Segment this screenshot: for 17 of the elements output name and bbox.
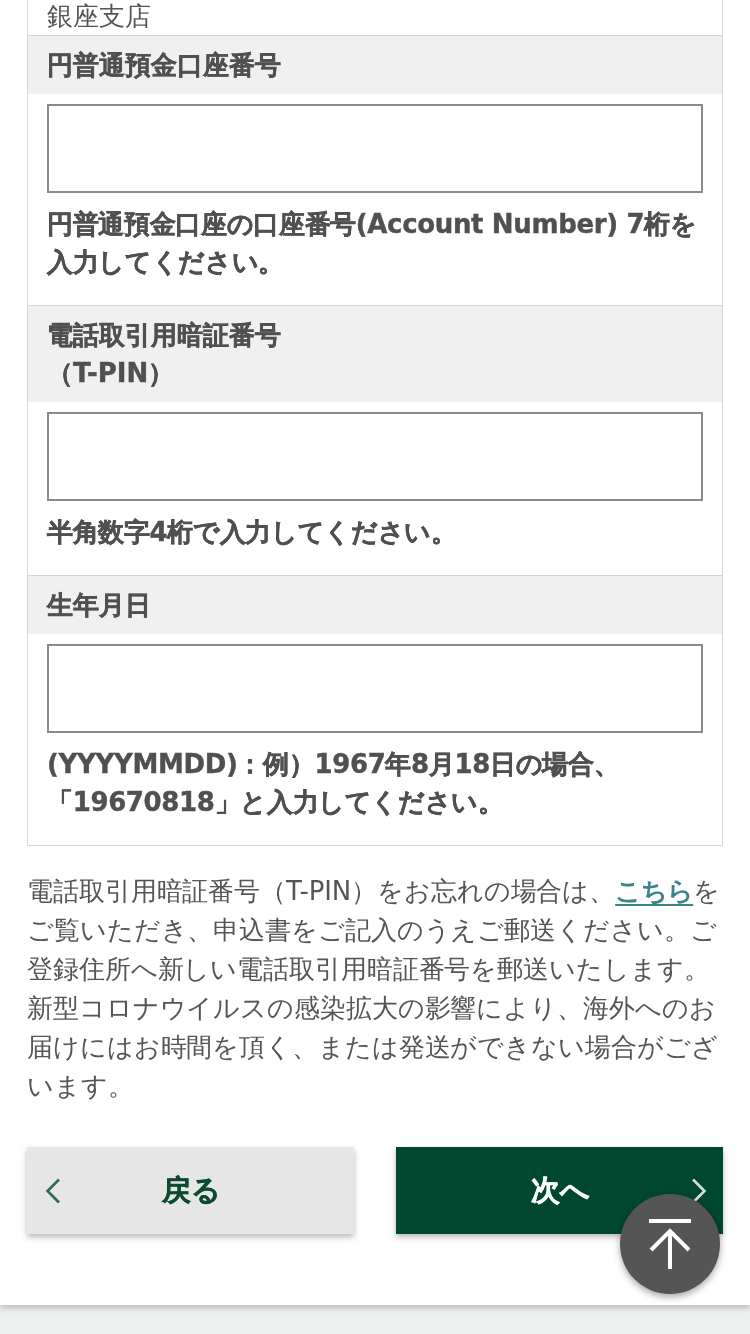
chevron-left-icon bbox=[45, 1177, 61, 1204]
field-label: （T-PIN） bbox=[47, 357, 175, 390]
back-button[interactable]: 戻る bbox=[27, 1147, 354, 1234]
help-text: (YYYYMMDD)：例）1967年8月18日の場合、「19670818」と入力してください。 bbox=[47, 748, 621, 819]
field-label: 生年月日 bbox=[47, 589, 151, 622]
branch-name: 銀座支店 bbox=[47, 2, 151, 30]
help-text: 半角数字4桁で入力してください。 bbox=[47, 516, 458, 549]
field-label: 電話取引用暗証番号 bbox=[47, 319, 281, 352]
help-text: 円普通預金口座の口座番号(Account Number) 7桁を入力してください。 bbox=[47, 208, 698, 279]
link[interactable]: こちら bbox=[615, 876, 694, 906]
chevron-right-icon bbox=[691, 1177, 707, 1204]
field-label: 円普通預金口座番号 bbox=[47, 49, 281, 82]
notice-text: 電話取引用暗証番号（T-PIN）をお忘れの場合は、こちら をご覧いただき、申込書をご記入のうえご郵送ください。ご登録住所へ新しい電話取引用暗証番号を郵送いたします。新型コロナウイルスの感染拡大の影響により、海外へのお届けにはお時間を頂く、または発送ができない場合がございます。 bbox=[27, 875, 722, 1103]
arrow-up-icon bbox=[649, 1219, 691, 1269]
input-field[interactable] bbox=[47, 412, 703, 501]
input-field[interactable] bbox=[47, 104, 703, 193]
input-field[interactable] bbox=[47, 644, 703, 733]
